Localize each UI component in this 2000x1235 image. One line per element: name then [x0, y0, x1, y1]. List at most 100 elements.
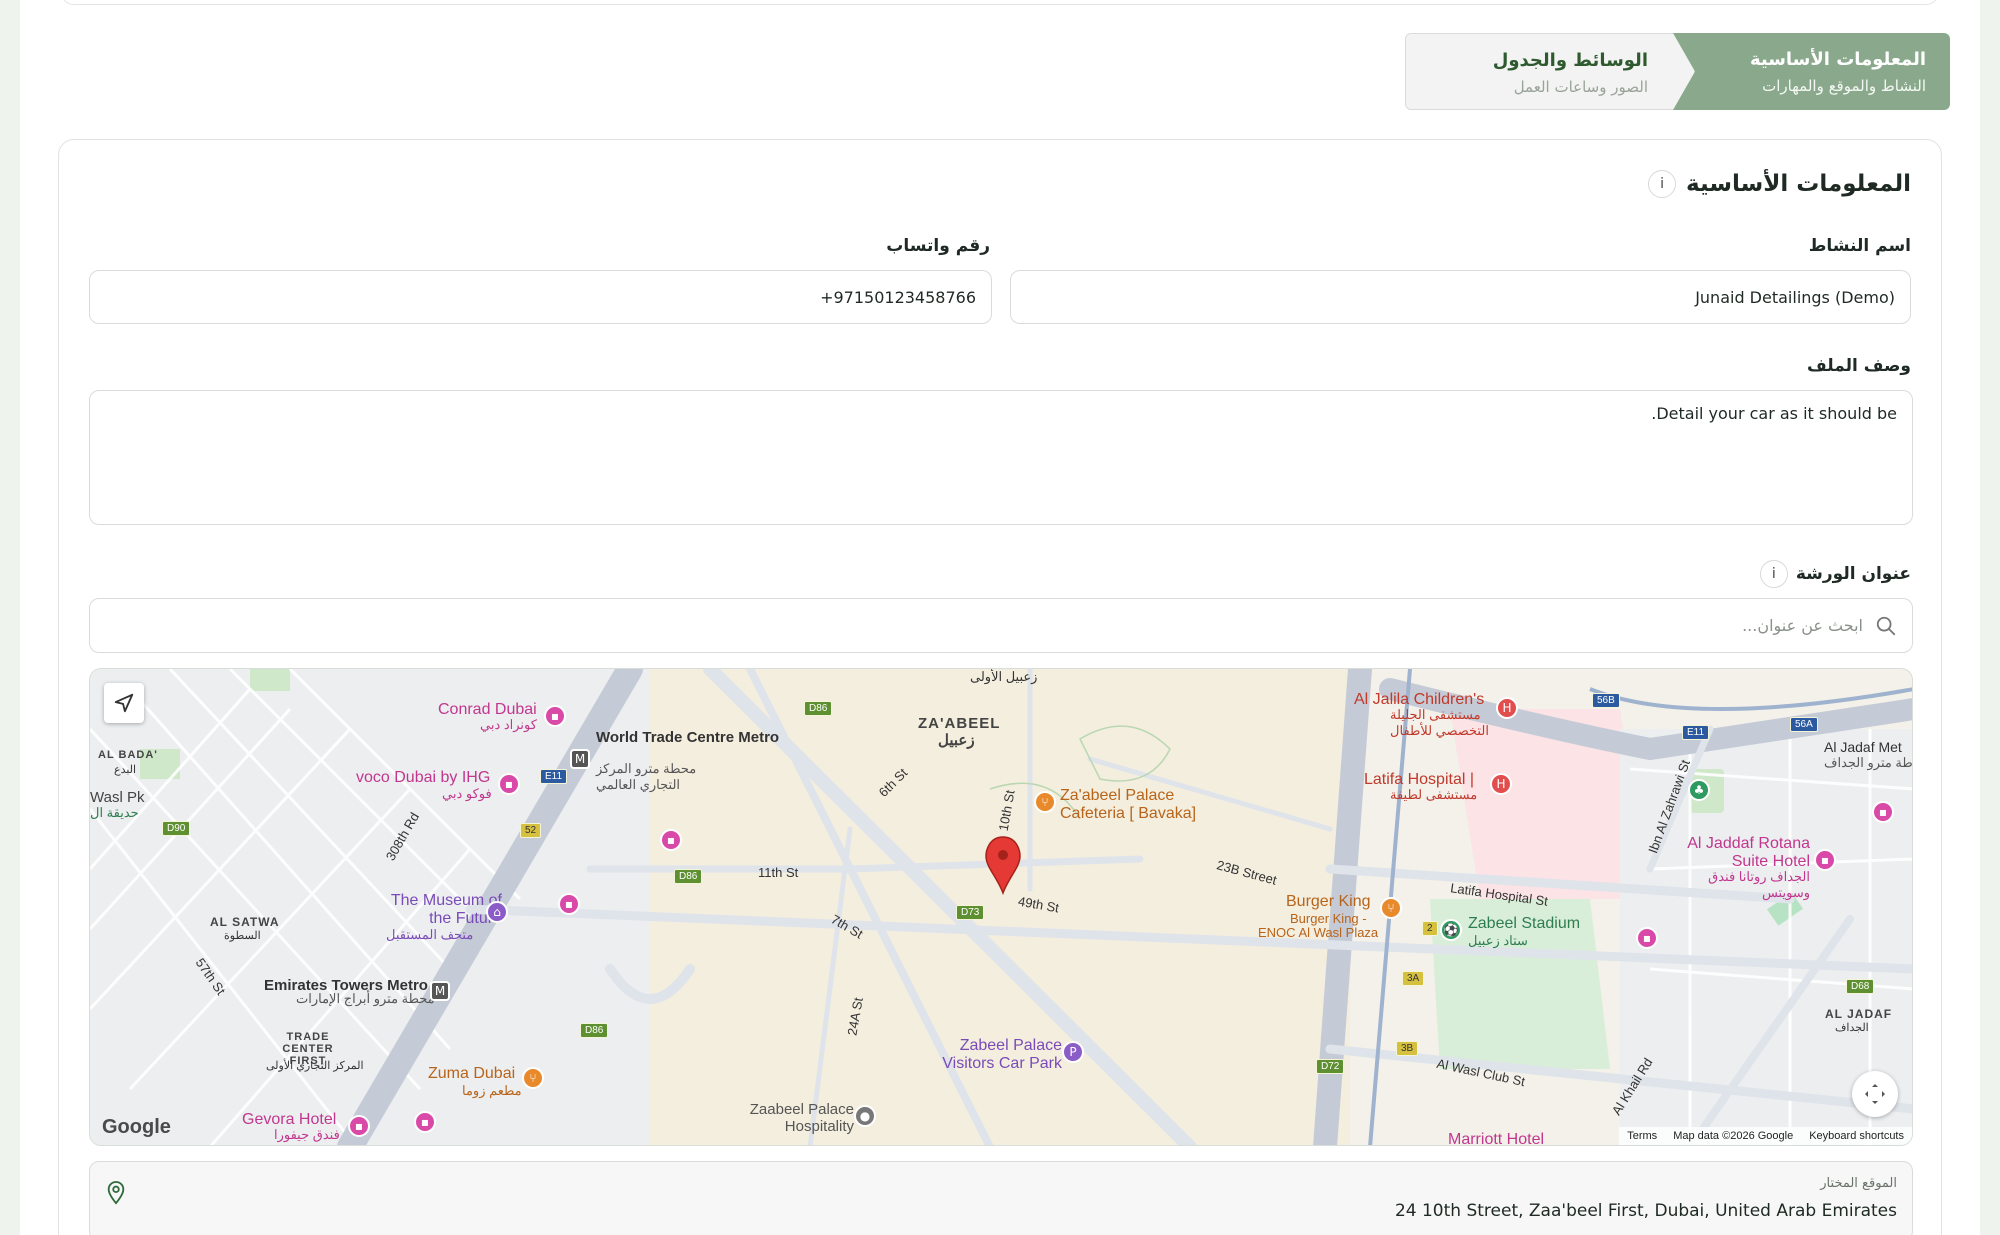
locate-me-button[interactable]	[104, 683, 144, 723]
restaurant-icon[interactable]: ⑂	[1380, 897, 1402, 919]
hotel-icon[interactable]: ▪	[660, 829, 682, 851]
fullscreen-button[interactable]	[1852, 1071, 1898, 1117]
district-label: زعبيل الأولى	[970, 669, 1038, 684]
stadium-icon[interactable]: ⚽	[1440, 919, 1462, 941]
selected-location-box: الموقع المختار 24 10th Street, Zaa'beel …	[89, 1161, 1913, 1235]
hotel-icon[interactable]: ▪	[1814, 849, 1836, 871]
district-label: زعبيل	[938, 732, 975, 749]
fullscreen-icon	[1865, 1084, 1885, 1104]
map[interactable]: ZA'ABEEL زعبيل زعبيل الأولى AL BADA' الب…	[89, 668, 1913, 1146]
stepper: المعلومات الأساسية النشاط والموقع والمها…	[1405, 33, 1950, 110]
poi-label: ENOC Al Wasl Plaza	[1258, 925, 1379, 940]
poi-label[interactable]: Zaabeel Palace Hospitality	[724, 1101, 854, 1135]
selected-location-address: 24 10th Street, Zaa'beel First, Dubai, U…	[1394, 1201, 1897, 1221]
metro-icon[interactable]: M	[430, 981, 450, 1001]
selected-location-caption: الموقع المختار	[1820, 1176, 1897, 1191]
step-title: المعلومات الأساسية	[1749, 49, 1926, 70]
hotel-icon[interactable]: ▪	[1636, 927, 1658, 949]
poi-label[interactable]: World Trade Centre Metro	[596, 729, 779, 746]
profile-description-label: وصف الملف	[1807, 356, 1911, 376]
road-badge: D86	[674, 869, 703, 884]
hotel-icon[interactable]: ▪	[544, 705, 566, 727]
search-placeholder: ابحث عن عنوان...	[1742, 616, 1863, 635]
poi-label[interactable]: voco Dubai by IHG	[356, 769, 490, 787]
poi-label[interactable]: Wasl Pk	[90, 789, 144, 806]
poi-label: مطعم زوما	[462, 1083, 522, 1098]
metro-icon[interactable]: M	[570, 749, 590, 769]
restaurant-icon[interactable]: ⑂	[1034, 791, 1056, 813]
profile-description-textarea[interactable]: Detail your car as it should be.	[89, 390, 1913, 525]
page: المعلومات الأساسية النشاط والموقع والمها…	[20, 0, 1980, 1235]
poi-label[interactable]: Za'abeel Palace Cafeteria [ Bavaka]	[1060, 787, 1220, 823]
district-label: ZA'ABEEL	[918, 715, 1001, 732]
poi-label[interactable]: Al Jadaf Met	[1824, 739, 1902, 755]
terms-link[interactable]: Terms	[1627, 1130, 1657, 1142]
poi-label: حديقة ال	[90, 805, 139, 820]
road-badge: D73	[956, 905, 985, 920]
google-logo: Google	[102, 1116, 171, 1138]
hospital-icon[interactable]: H	[1490, 773, 1512, 795]
hotel-icon[interactable]: ▪	[498, 773, 520, 795]
museum-icon[interactable]: ⌂	[486, 901, 508, 923]
road-badge: E11	[540, 769, 568, 784]
poi-label[interactable]: Zuma Dubai	[428, 1065, 515, 1083]
district-label: الجداف	[1835, 1022, 1869, 1034]
district-label: السطوة	[224, 930, 261, 942]
hotel-icon[interactable]: ▪	[1872, 801, 1894, 823]
road-badge: 52	[520, 823, 542, 838]
location-pin-icon	[107, 1181, 125, 1205]
workshop-address-header: عنوان الورشة i	[1759, 560, 1911, 588]
step-basic-info[interactable]: المعلومات الأساسية النشاط والموقع والمها…	[1673, 33, 1950, 110]
hotel-icon[interactable]: ▪	[558, 893, 580, 915]
step-media-schedule[interactable]: الوسائط والجدول الصور وساعات العمل	[1405, 33, 1695, 110]
activity-name-input[interactable]	[1010, 270, 1911, 324]
street-label: 11th St	[758, 865, 799, 880]
hospital-icon[interactable]: H	[1496, 697, 1518, 719]
poi-label: متحف المستقبل	[386, 927, 474, 942]
poi-label: مستشفى لطيفة	[1390, 787, 1478, 802]
poi-label: كونراد دبي	[480, 717, 537, 732]
restaurant-icon[interactable]: ⑂	[522, 1067, 544, 1089]
road-badge: 3A	[1402, 971, 1425, 986]
poi-label[interactable]: Marriott Hotel	[1448, 1131, 1544, 1145]
poi-label[interactable]: Al Jaddaf Rotana Suite Hotel	[1680, 835, 1810, 871]
poi-label[interactable]: Zabeel Stadium	[1468, 915, 1580, 933]
keyboard-shortcuts-link[interactable]: Keyboard shortcuts	[1809, 1130, 1904, 1142]
whatsapp-label: رقم واتساب	[886, 236, 990, 256]
road-badge: E11	[1682, 725, 1710, 740]
step-subtitle: الصور وساعات العمل	[1513, 78, 1648, 96]
map-data-text: Map data ©2026 Google	[1673, 1130, 1794, 1142]
info-icon[interactable]: i	[1648, 170, 1677, 198]
poi-label[interactable]: Zabeel Palace Visitors Car Park	[932, 1037, 1062, 1073]
parking-icon[interactable]: P	[1062, 1041, 1084, 1063]
search-icon	[1876, 616, 1896, 635]
road-badge: D86	[580, 1023, 609, 1038]
district-label: AL JADAF	[1825, 1007, 1893, 1021]
workshop-address-label: عنوان الورشة	[1795, 564, 1911, 584]
hotel-icon[interactable]: ▪	[414, 1111, 436, 1133]
basic-info-card: المعلومات الأساسية i اسم النشاط رقم واتس…	[58, 139, 1942, 1235]
poi-label: محطة مترو أبراج الإمارات	[296, 991, 435, 1006]
poi-label: فندق جيفورا	[274, 1127, 340, 1142]
road-badge: 2	[1422, 921, 1438, 936]
hotel-icon[interactable]: ▪	[348, 1115, 370, 1137]
poi-label: الجداف روتانا فندق وسويتس	[1708, 869, 1810, 900]
place-icon[interactable]: ●	[854, 1105, 876, 1127]
step-subtitle: النشاط والموقع والمهارات	[1762, 77, 1926, 95]
poi-label[interactable]: Burger King	[1286, 893, 1371, 911]
whatsapp-input[interactable]	[89, 270, 992, 324]
navigation-arrow-icon	[114, 693, 134, 713]
poi-label: مستشفى الجليلة التخصصي للأطفال	[1390, 707, 1489, 738]
address-search-input[interactable]: ابحث عن عنوان...	[89, 598, 1913, 653]
poi-label: Burger King -	[1290, 911, 1367, 926]
park-icon[interactable]: ♣	[1688, 779, 1710, 801]
district-label: AL BADA'	[98, 749, 158, 761]
district-label: البدع	[114, 764, 137, 776]
road-badge: 56B	[1592, 693, 1620, 708]
poi-label[interactable]: The Museum of the Future	[382, 892, 502, 928]
road-badge: 56A	[1790, 717, 1818, 732]
poi-label: ستاد زعبيل	[1468, 933, 1528, 948]
section-title: المعلومات الأساسية	[1686, 171, 1911, 197]
info-icon[interactable]: i	[1759, 560, 1788, 588]
road-badge: D86	[804, 701, 833, 716]
